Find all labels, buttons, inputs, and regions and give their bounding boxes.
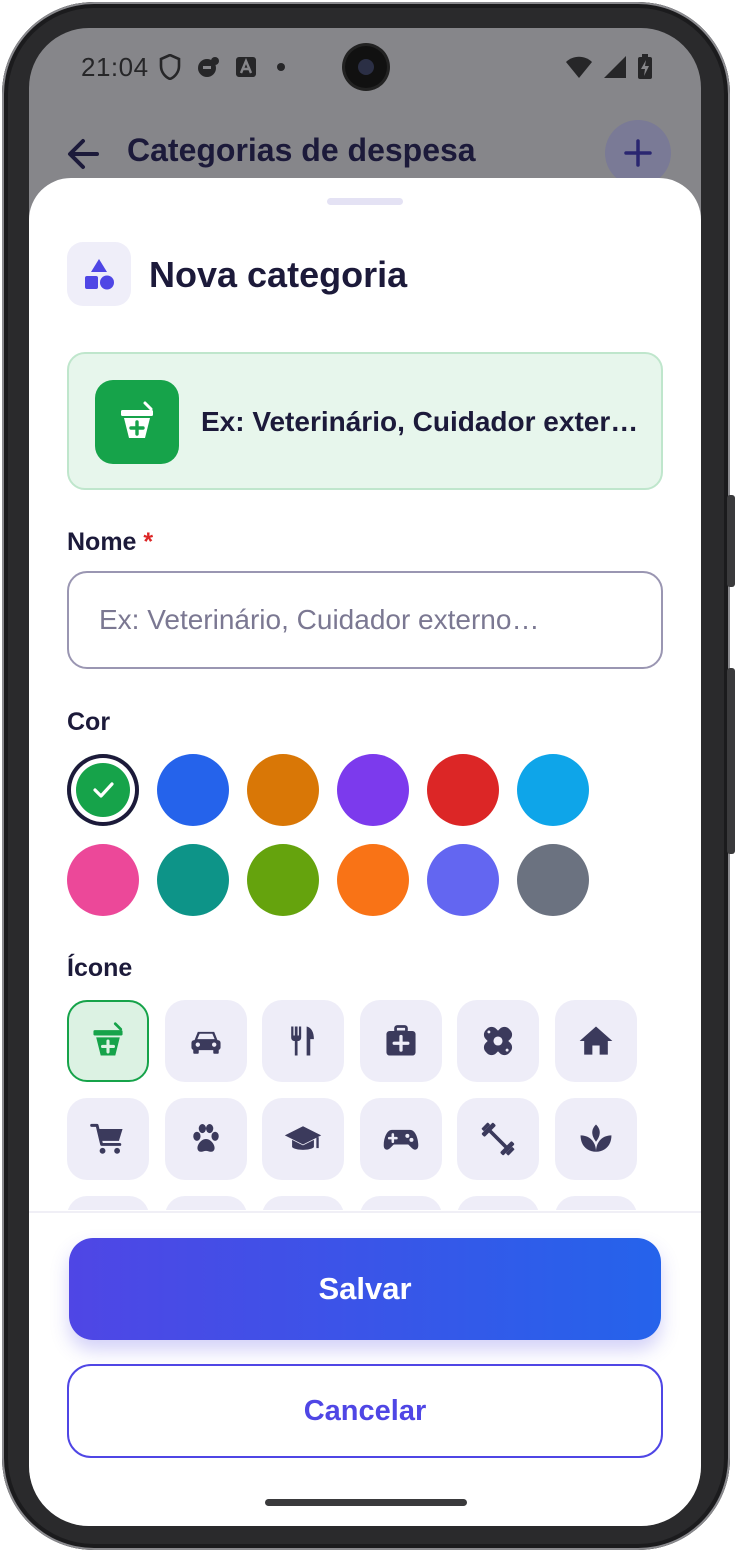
color-swatch[interactable] <box>67 754 139 826</box>
plus-icon <box>624 139 652 167</box>
cancel-button[interactable]: Cancelar <box>67 1364 663 1458</box>
add-category-button[interactable] <box>605 120 671 186</box>
front-camera <box>345 46 387 88</box>
color-picker <box>67 754 627 916</box>
paw-icon <box>192 1124 219 1152</box>
arrow-left-icon <box>68 139 99 169</box>
icon-option[interactable] <box>164 1196 247 1210</box>
icon-option[interactable] <box>359 1000 442 1082</box>
icon-option[interactable] <box>262 1098 345 1180</box>
page-title: Categorias de despesa <box>127 132 476 168</box>
restaurant-icon <box>291 1026 315 1056</box>
icon-option[interactable] <box>164 1098 247 1180</box>
wifi-icon <box>566 56 592 78</box>
home-icon <box>579 1026 613 1055</box>
preview-icon-box <box>95 380 179 464</box>
icon-option[interactable] <box>554 1098 637 1180</box>
save-button[interactable]: Salvar <box>69 1238 661 1340</box>
spa-icon <box>580 1124 612 1152</box>
icon-option[interactable] <box>67 1196 149 1210</box>
bottom-sheet: Nova categoria Ex: Veterinário, Cuidador… <box>29 178 701 1526</box>
icon-option[interactable] <box>457 1098 540 1180</box>
medical-bag-icon <box>386 1025 416 1056</box>
back-button[interactable] <box>63 134 103 174</box>
icon-option[interactable] <box>359 1196 442 1210</box>
sheet-title: Nova categoria <box>149 254 408 295</box>
icon-option[interactable] <box>262 1000 345 1082</box>
status-icons-left <box>159 52 291 82</box>
color-swatch[interactable] <box>337 844 409 916</box>
icon-option[interactable] <box>457 1196 540 1210</box>
color-swatch[interactable] <box>427 844 499 916</box>
status-bar: 21:04 <box>29 28 701 104</box>
color-swatch[interactable] <box>517 844 589 916</box>
pharmacy-icon <box>93 1022 123 1056</box>
battery-charging-icon <box>638 54 652 79</box>
icon-label: Ícone <box>67 954 133 982</box>
dumbbell-icon <box>482 1122 515 1156</box>
required-mark: * <box>143 528 154 556</box>
color-swatch[interactable] <box>157 844 229 916</box>
signal-icon <box>604 56 626 78</box>
icon-option[interactable] <box>359 1098 442 1180</box>
color-swatch[interactable] <box>517 754 589 826</box>
screen: 21:04 Categorias de despesa Nova categor… <box>29 28 701 1526</box>
icon-picker <box>67 1000 667 1210</box>
color-swatch[interactable] <box>247 754 319 826</box>
notification-icon <box>198 57 219 77</box>
icon-option[interactable] <box>554 1196 637 1210</box>
icon-option[interactable] <box>554 1000 637 1082</box>
color-label: Cor <box>67 708 111 736</box>
icon-option[interactable] <box>164 1000 247 1082</box>
name-input[interactable] <box>67 571 663 669</box>
color-swatch[interactable] <box>157 754 229 826</box>
a-badge-icon <box>236 57 256 77</box>
color-swatch[interactable] <box>427 754 499 826</box>
graduation-cap-icon <box>285 1126 322 1150</box>
icon-option[interactable] <box>262 1196 345 1210</box>
bandage-icon <box>484 1026 513 1056</box>
gamepad-icon <box>383 1129 419 1150</box>
car-icon <box>191 1031 221 1054</box>
drag-handle[interactable] <box>327 198 403 205</box>
icon-option[interactable] <box>457 1000 540 1082</box>
status-time: 21:04 <box>81 52 149 82</box>
status-icons-right <box>565 52 653 82</box>
color-swatch[interactable] <box>67 844 139 916</box>
name-label-text: Nome <box>67 528 137 556</box>
color-swatch[interactable] <box>337 754 409 826</box>
pharmacy-icon <box>121 401 153 438</box>
color-swatch[interactable] <box>247 844 319 916</box>
volume-button <box>727 668 735 854</box>
dot-icon <box>277 63 285 71</box>
preview-name: Ex: Veterinário, Cuidador exter… <box>201 406 639 437</box>
app-bar: Categorias de despesa <box>29 120 701 186</box>
shopping-cart-icon <box>90 1123 123 1154</box>
name-label: Nome * <box>67 528 153 557</box>
shield-icon <box>159 54 181 80</box>
icon-option[interactable] <box>67 1098 149 1180</box>
shapes-icon <box>85 259 114 290</box>
check-icon <box>93 782 114 798</box>
power-button <box>727 495 735 587</box>
home-indicator[interactable] <box>265 1499 467 1506</box>
sheet-header-icon-box <box>67 242 131 306</box>
icon-option[interactable] <box>67 1000 149 1082</box>
category-preview: Ex: Veterinário, Cuidador exter… <box>67 352 663 490</box>
footer-divider <box>29 1211 701 1213</box>
